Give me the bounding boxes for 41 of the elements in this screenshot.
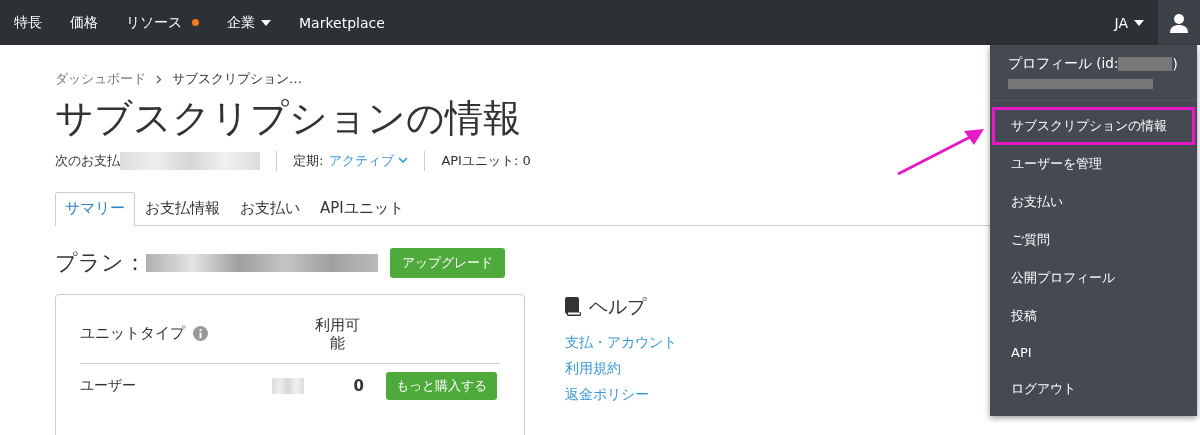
help-heading: ヘルプ (589, 293, 646, 319)
profile-link-end: ) (1172, 56, 1178, 72)
tab[interactable]: お支払情報 (135, 191, 230, 225)
menu-item[interactable]: サブスクリプションの情報 (992, 107, 1195, 145)
menu-item[interactable]: ご質問 (992, 221, 1195, 259)
column-header: 利用可能 (314, 315, 360, 352)
redacted-block (1118, 57, 1173, 71)
tab[interactable]: お支払い (230, 191, 310, 225)
menu-item[interactable]: お支払い (992, 183, 1195, 221)
table-cell-text: 0 (352, 376, 364, 395)
breadcrumb-link[interactable]: サブスクリプション… (172, 70, 302, 88)
plan-type-label: 定期: (293, 151, 324, 170)
menu-item[interactable]: ログアウト (992, 370, 1195, 408)
user-icon (1169, 12, 1189, 33)
chevron-down-icon (398, 157, 409, 165)
info-icon (193, 326, 208, 342)
caret-icon (1134, 19, 1144, 26)
plan-label: プラン： (55, 248, 146, 277)
redacted-block (272, 377, 304, 394)
page-title: サブスクリプションの情報 (55, 96, 521, 142)
api-units-count: APIユニット: 0 (441, 151, 531, 170)
nav-link[interactable]: 価格 (70, 13, 98, 32)
breadcrumb-link[interactable]: ダッシュボード (55, 70, 146, 88)
table-cell-text: ユーザー (80, 376, 137, 395)
profile-link[interactable]: プロフィール (id: (1008, 55, 1119, 73)
menu-item[interactable]: 投稿 (992, 297, 1195, 335)
next-payment-label: 次のお支払 (55, 151, 120, 170)
menu-item[interactable]: 公開プロフィール (992, 259, 1195, 297)
language-menu[interactable]: JA (1114, 14, 1144, 31)
nav-link[interactable]: 特長 (14, 13, 42, 32)
chevron-right-icon (156, 74, 162, 84)
user-menu-button[interactable] (1158, 0, 1200, 45)
book-icon (565, 297, 581, 317)
menu-item[interactable]: API (992, 335, 1195, 370)
menu-item[interactable]: ユーザーを管理 (992, 145, 1195, 183)
tab[interactable]: サマリー (55, 191, 135, 226)
nav-link[interactable]: リソース (126, 13, 199, 32)
nav-link[interactable]: 企業 (227, 13, 271, 32)
nav-link[interactable]: Marketplace (299, 14, 385, 31)
column-header: ユニットタイプ (80, 324, 185, 344)
tab[interactable]: APIユニット (310, 191, 414, 225)
